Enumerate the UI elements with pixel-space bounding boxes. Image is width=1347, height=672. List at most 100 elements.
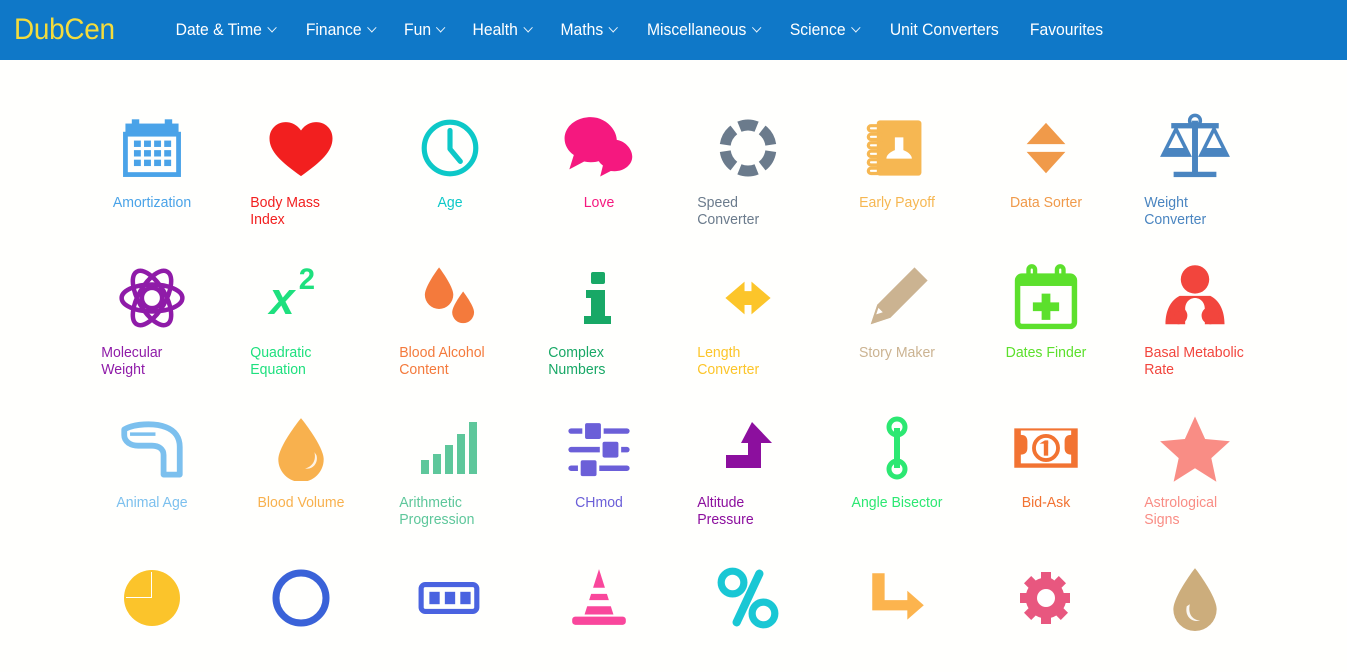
tile-battery[interactable] <box>376 554 525 672</box>
tile-body-mass-index[interactable]: Body Mass Index <box>227 104 376 254</box>
chevron-down-icon <box>851 22 861 33</box>
tile-label: Complex Numbers <box>548 344 606 378</box>
circle-ring-icon <box>269 554 333 642</box>
tile-animal-age[interactable]: Animal Age <box>78 404 227 554</box>
chevron-down-icon <box>523 22 533 33</box>
tile-label: Weight Converter <box>1143 194 1206 228</box>
tile-arithmetic-progression[interactable]: Arithmetic Progression <box>376 404 525 554</box>
tile-love[interactable]: Love <box>525 104 674 254</box>
tile-label: Age <box>437 194 463 211</box>
nav-item-science[interactable]: Science <box>778 15 872 46</box>
tile-label: Amortization <box>113 194 192 211</box>
tile-label: Body Mass Index <box>250 194 321 228</box>
tile-chmod[interactable]: CHmod <box>525 404 674 554</box>
tan-droplet-icon <box>1162 554 1228 642</box>
tile-age[interactable]: Age <box>376 104 525 254</box>
tile-gear[interactable] <box>971 554 1120 672</box>
calculator-grid: Amortization Body Mass Index Age Love Speed … <box>0 60 1347 672</box>
tile-blood-alcohol-content[interactable]: Blood Alcohol Content <box>376 254 525 404</box>
nav-item-finance[interactable]: Finance <box>294 15 388 46</box>
tile-label: Bid-Ask <box>1021 494 1070 511</box>
clock-icon <box>417 104 483 192</box>
nav-item-unit-converters[interactable]: Unit Converters <box>878 15 1012 46</box>
nav-item-label: Unit Converters <box>889 20 999 39</box>
svg-text:x: x <box>268 273 297 324</box>
nav-item-miscellaneous[interactable]: Miscellaneous <box>634 15 771 46</box>
calendar-plus-icon <box>1011 254 1081 342</box>
tile-label: Astrological Signs <box>1143 494 1217 528</box>
blood-drops-icon <box>415 254 485 342</box>
nav-item-label: Finance <box>305 20 362 39</box>
tile-label: Love <box>583 194 615 211</box>
tile-label: Angle Bisector <box>851 494 943 511</box>
traffic-cone-icon <box>566 554 632 642</box>
star-icon <box>1159 404 1231 492</box>
tile-label: Blood Alcohol Content <box>399 344 485 378</box>
tile-label: Early Payoff <box>858 194 935 211</box>
balance-scale-icon <box>1157 104 1233 192</box>
percent-icon <box>715 554 781 642</box>
tile-label: Blood Volume <box>257 494 345 511</box>
nav-links: Date & Time Finance Fun Health Maths Miscella… <box>160 15 1118 46</box>
tile-label: Basal Metabolic Rate <box>1143 344 1244 378</box>
tile-label: Altitude Pressure <box>697 494 754 528</box>
paw-outline-icon <box>115 404 189 492</box>
gear-icon <box>1014 554 1078 642</box>
tile-label: Speed Converter <box>697 194 760 228</box>
chevron-down-icon <box>267 22 277 33</box>
tile-data-sorter[interactable]: Data Sorter <box>971 104 1120 254</box>
tile-molecular-weight[interactable]: Molecular Weight <box>78 254 227 404</box>
tile-complex-numbers[interactable]: Complex Numbers <box>525 254 674 404</box>
tile-early-payoff[interactable]: Early Payoff <box>822 104 971 254</box>
nav-item-label: Fun <box>403 20 431 39</box>
tile-label: Length Converter <box>697 344 760 378</box>
tile-story-maker[interactable]: Story Maker <box>822 254 971 404</box>
tile-tan-droplet[interactable] <box>1120 554 1269 672</box>
tile-label: Data Sorter <box>1009 194 1082 211</box>
tile-traffic-cone[interactable] <box>525 554 674 672</box>
bisector-line-icon <box>865 404 929 492</box>
tile-speed-converter[interactable]: Speed Converter <box>674 104 823 254</box>
up-arrow-step-icon <box>716 404 780 492</box>
tile-label: Molecular Weight <box>101 344 163 378</box>
sort-arrows-icon <box>1015 104 1077 192</box>
nav-item-favourites[interactable]: Favourites <box>1017 15 1115 46</box>
tile-label: Arithmetic Progression <box>399 494 475 528</box>
tile-basal-metabolic-rate[interactable]: Basal Metabolic Rate <box>1120 254 1269 404</box>
tile-altitude-pressure[interactable]: Altitude Pressure <box>674 404 823 554</box>
nav-item-label: Science <box>790 20 847 39</box>
tile-weight-converter[interactable]: Weight Converter <box>1120 104 1269 254</box>
calendar-icon <box>118 104 186 192</box>
nav-item-health[interactable]: Health <box>460 15 543 46</box>
doctor-icon <box>1160 254 1230 342</box>
tile-quadratic-equation[interactable]: x 2 Quadratic Equation <box>227 254 376 404</box>
atom-icon <box>116 254 188 342</box>
tile-circle-ring[interactable] <box>227 554 376 672</box>
chevron-down-icon <box>751 22 761 33</box>
speedometer-ring-icon <box>713 104 783 192</box>
tile-dates-finder[interactable]: Dates Finder <box>971 254 1120 404</box>
tile-percent[interactable] <box>674 554 823 672</box>
tile-bid-ask[interactable]: Bid-Ask <box>971 404 1120 554</box>
chevron-down-icon <box>366 22 377 33</box>
chevron-down-icon <box>608 22 618 33</box>
nav-item-fun[interactable]: Fun <box>391 15 456 46</box>
tile-pie-chart[interactable] <box>78 554 227 672</box>
brand-logo[interactable]: DubCen <box>14 13 115 47</box>
nav-item-date-time[interactable]: Date & Time <box>164 15 288 46</box>
nav-item-label: Health <box>472 20 519 39</box>
tile-length-converter[interactable]: Length Converter <box>674 254 823 404</box>
tile-arrow-turn[interactable] <box>822 554 971 672</box>
tile-amortization[interactable]: Amortization <box>78 104 227 254</box>
tile-astrological-signs[interactable]: Astrological Signs <box>1120 404 1269 554</box>
chevron-down-icon <box>436 22 446 33</box>
tile-label: CHmod <box>575 494 623 511</box>
heart-icon <box>265 104 337 192</box>
tile-label: Story Maker <box>858 344 935 361</box>
tile-blood-volume[interactable]: Blood Volume <box>227 404 376 554</box>
top-navbar: DubCen Date & Time Finance Fun Health Maths M… <box>0 0 1347 60</box>
nav-item-maths[interactable]: Maths <box>548 15 629 46</box>
svg-text:2: 2 <box>299 264 315 296</box>
tile-angle-bisector[interactable]: Angle Bisector <box>822 404 971 554</box>
nav-item-label: Maths <box>560 20 604 39</box>
